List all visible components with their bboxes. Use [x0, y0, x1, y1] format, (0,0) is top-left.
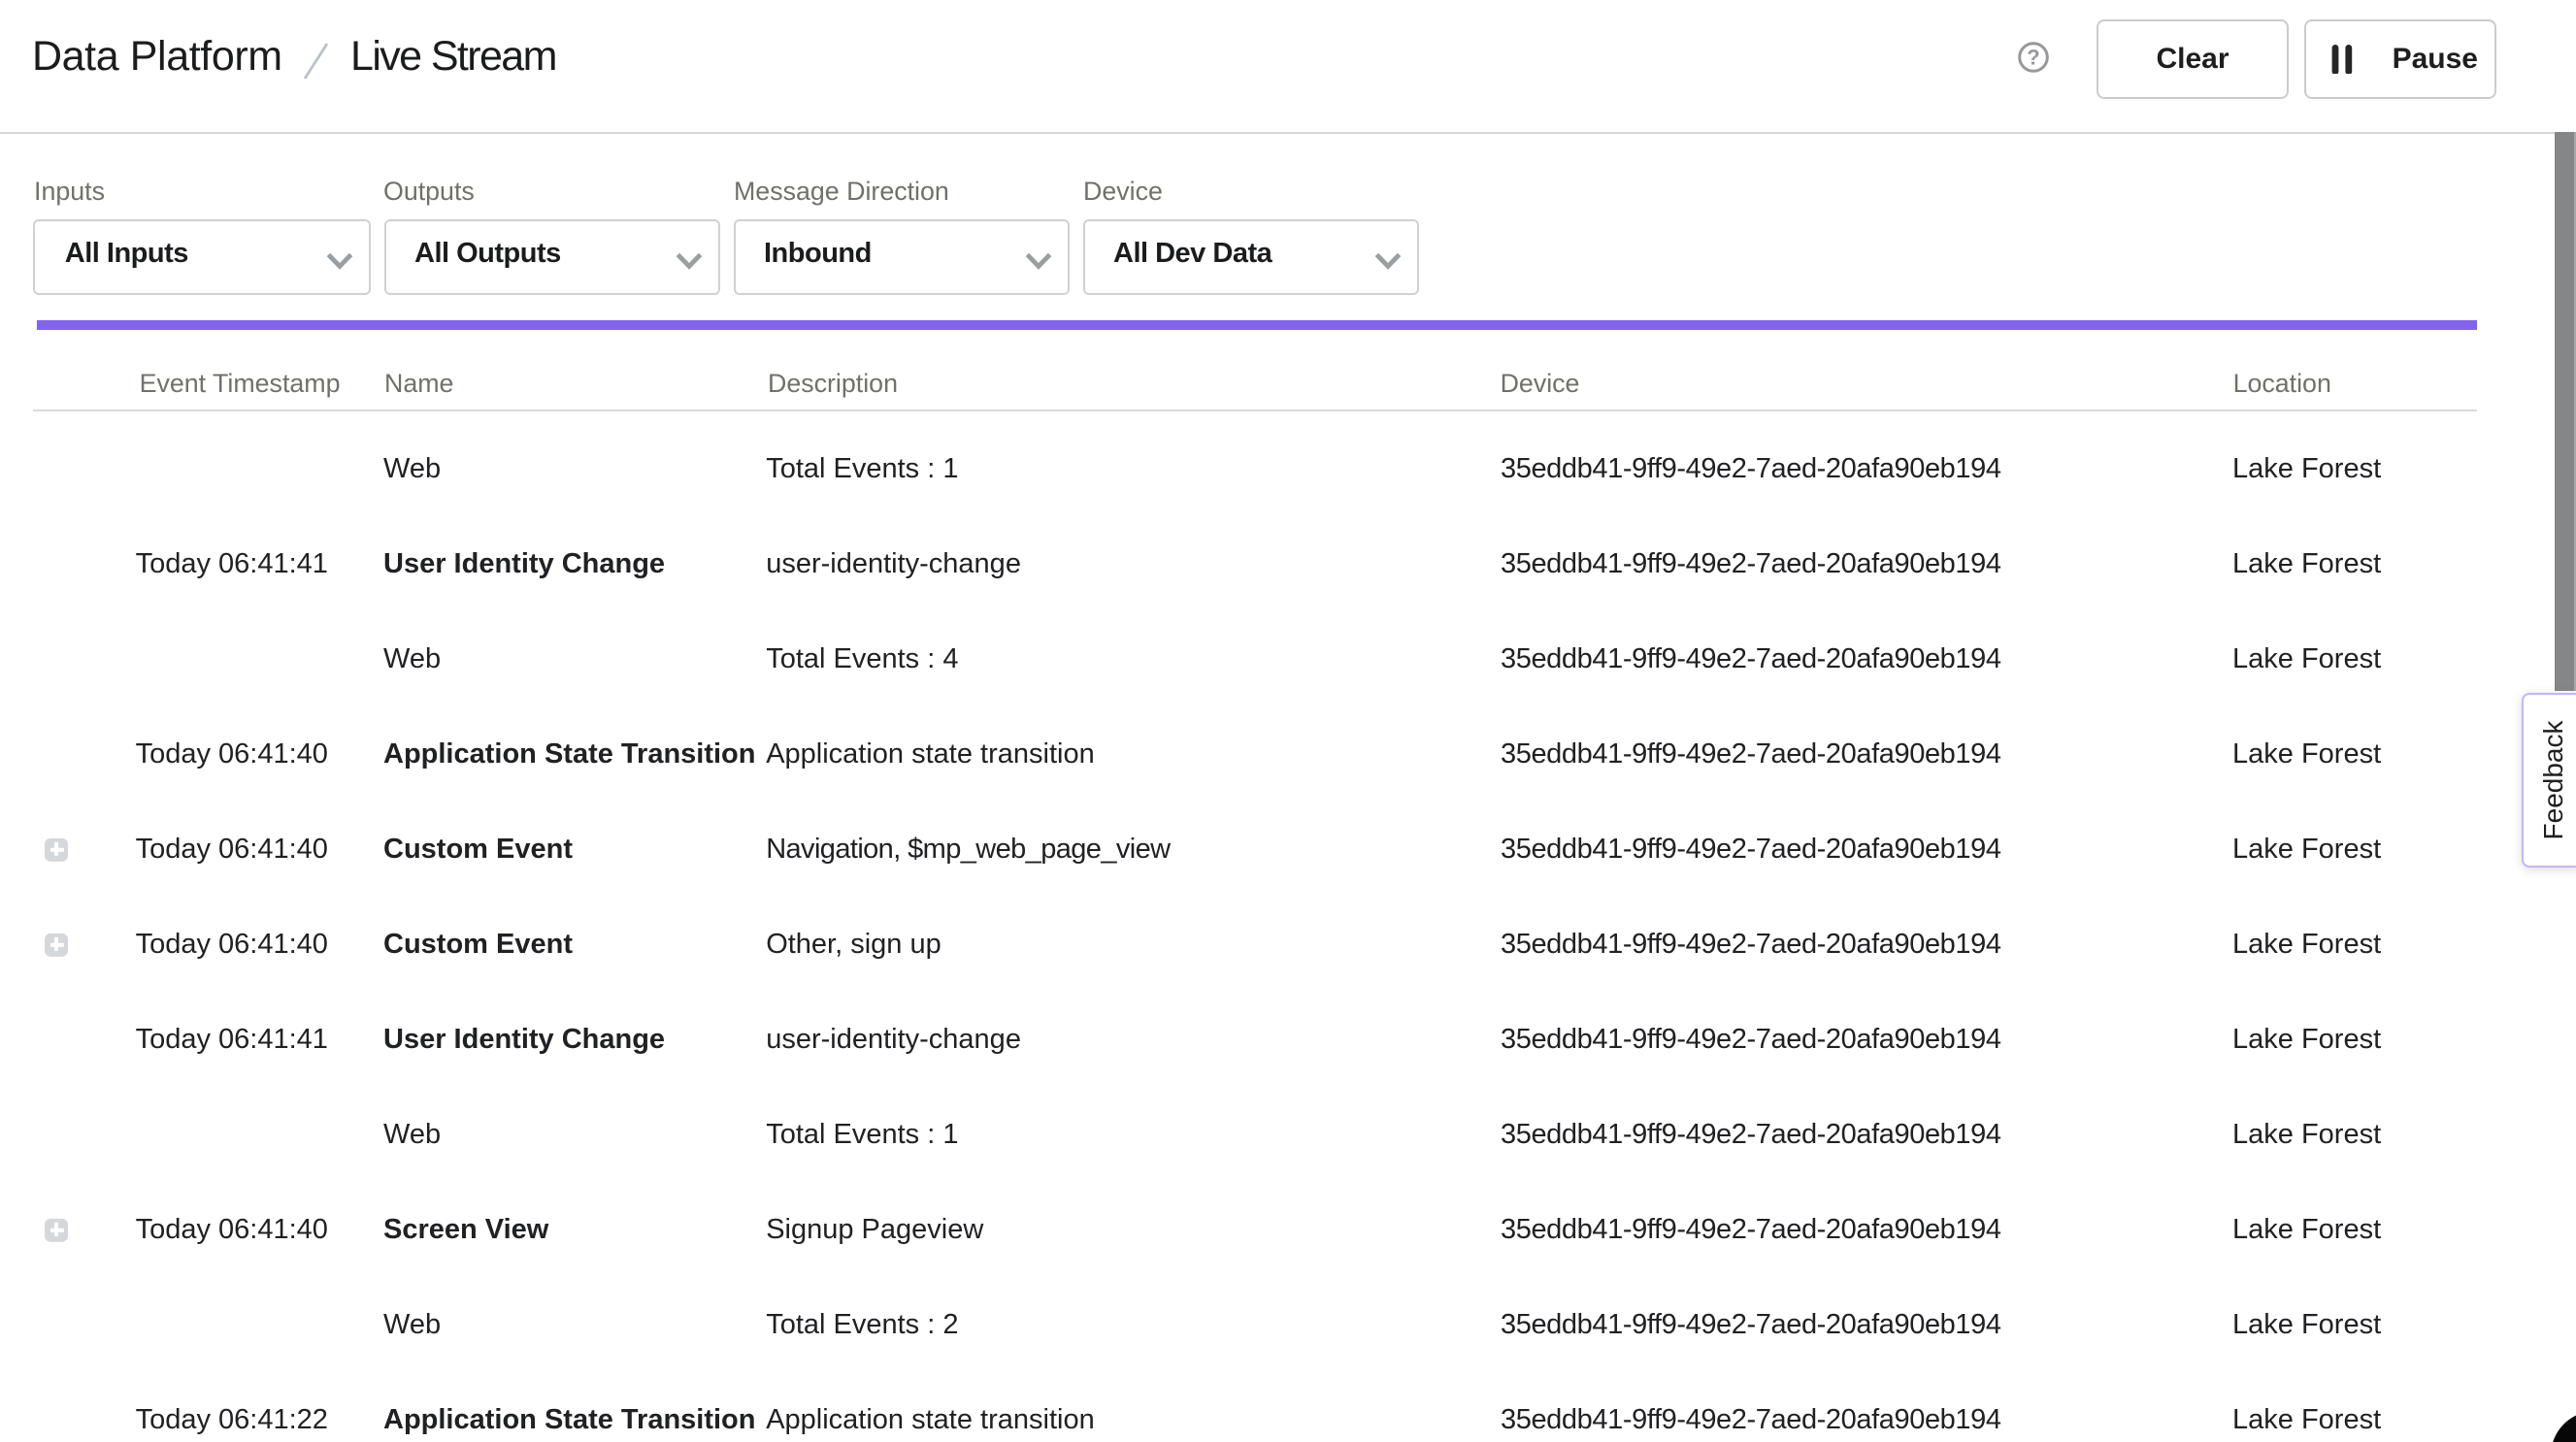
- svg-text:?: ?: [2026, 45, 2038, 69]
